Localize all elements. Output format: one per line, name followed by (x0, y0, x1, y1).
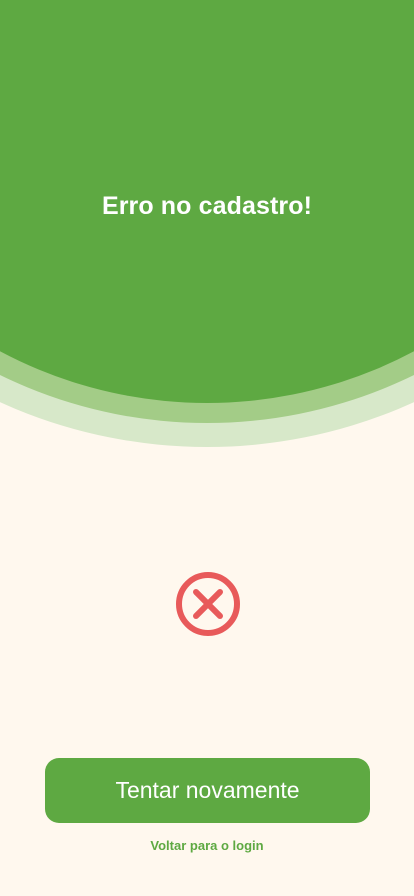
error-screen: Erro no cadastro! Tentar novamente Volta… (0, 0, 414, 896)
error-x-circle-icon (176, 572, 240, 636)
back-to-login-link[interactable]: Voltar para o login (0, 838, 414, 853)
page-title: Erro no cadastro! (101, 192, 313, 220)
retry-button[interactable]: Tentar novamente (45, 758, 370, 823)
